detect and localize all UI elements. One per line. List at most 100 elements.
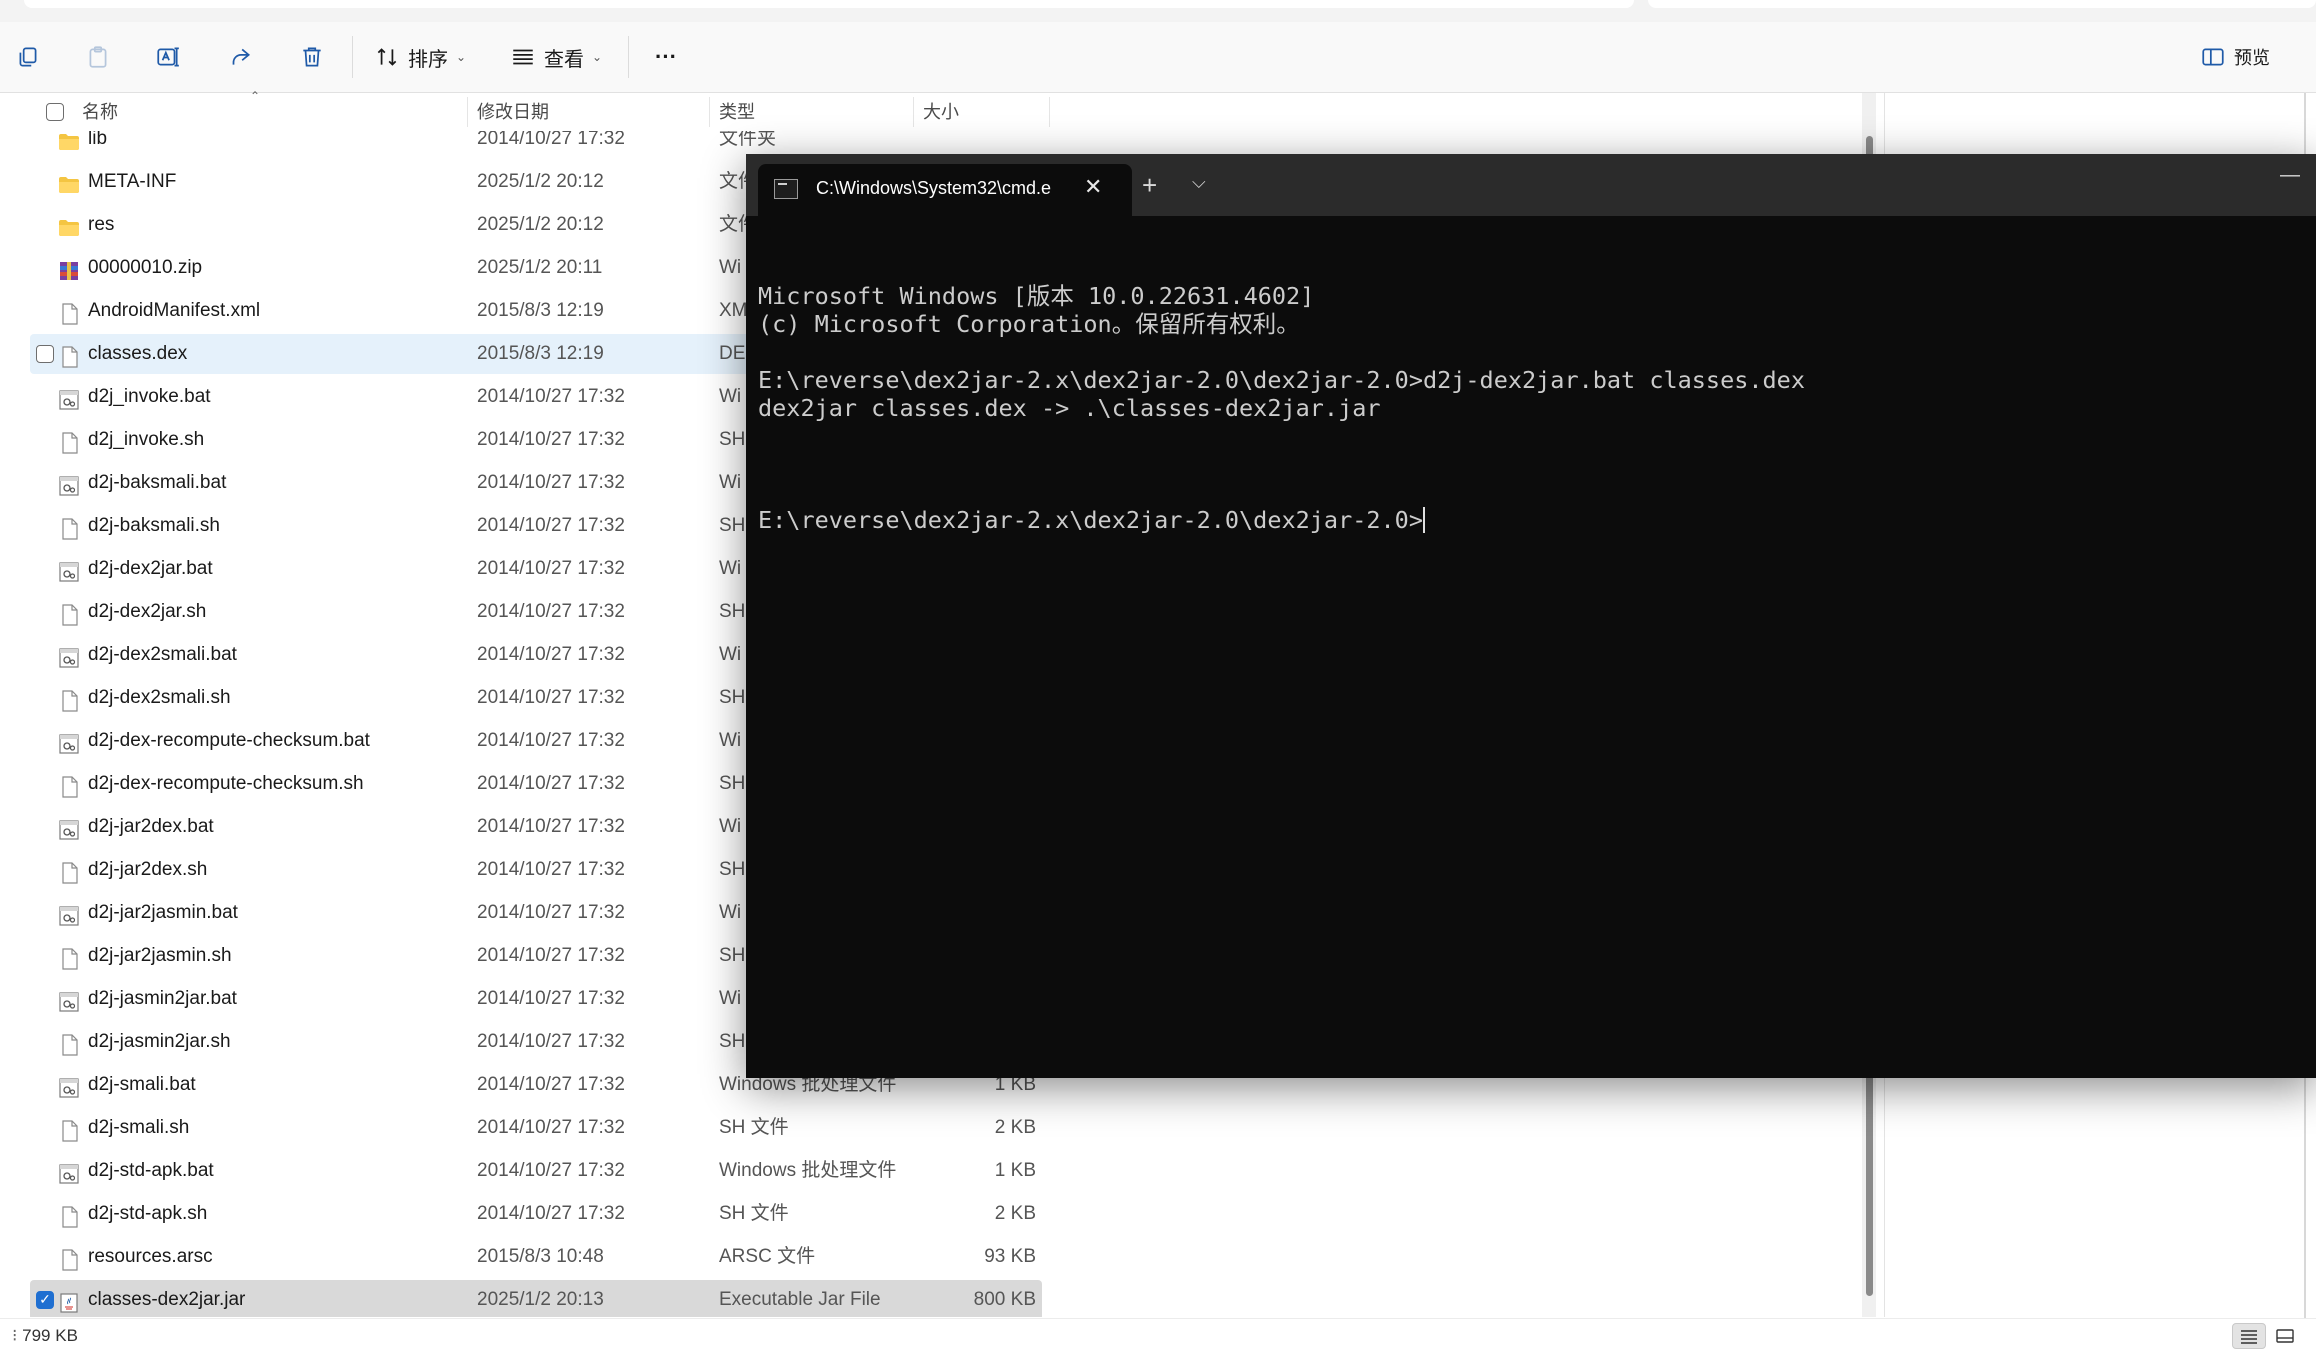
file-type: Wi (719, 816, 742, 837)
file-name: d2j-jar2jasmin.sh (88, 945, 232, 966)
view-button[interactable]: 查看 ⌄ (510, 39, 620, 75)
select-all-checkbox[interactable] (46, 103, 64, 121)
file-row[interactable]: ✓ classes-dex2jar.jar 2025/1/2 20:13 Execut… (30, 1280, 1042, 1317)
terminal-window[interactable]: C:\Windows\System32\cmd.e ✕ + ⌵ — Micros… (746, 154, 2316, 1078)
file-size: 800 KB (973, 1289, 1036, 1310)
rename-button[interactable] (150, 39, 186, 75)
file-type: SH (719, 945, 746, 966)
file-type: ARSC 文件 (719, 1246, 816, 1267)
file-name: d2j-baksmali.sh (88, 515, 220, 536)
file-name: d2j-jar2dex.sh (88, 859, 208, 880)
file-name: d2j-dex2jar.sh (88, 601, 207, 622)
minimize-icon[interactable]: — (2280, 164, 2300, 187)
preview-label: 预览 (2234, 48, 2270, 68)
address-bar[interactable] (24, 0, 1634, 8)
column-divider[interactable] (1049, 97, 1050, 127)
file-date: 2014/10/27 17:32 (477, 859, 625, 880)
file-name: d2j-smali.bat (88, 1074, 196, 1095)
search-box[interactable] (1648, 0, 2316, 8)
file-name: d2j-smali.sh (88, 1117, 190, 1138)
tiles-view-button[interactable] (2268, 1323, 2302, 1349)
file-name: d2j-dex2smali.sh (88, 687, 231, 708)
terminal-line: Microsoft Windows [版本 10.0.22631.4602] (758, 282, 1315, 310)
row-checkbox[interactable]: ✓ (36, 1291, 54, 1309)
text-cursor (1422, 507, 1425, 533)
file-name: 00000010.zip (88, 257, 203, 278)
file-type: SH (719, 773, 746, 794)
rename-icon (157, 47, 179, 67)
file-date: 2014/10/27 17:32 (477, 429, 625, 450)
terminal-titlebar[interactable]: C:\Windows\System32\cmd.e ✕ + ⌵ — (746, 154, 2316, 216)
file-row[interactable]: d2j-std-apk.bat 2014/10/27 17:32 Windows 批… (30, 1151, 1042, 1191)
batch-file-icon (58, 902, 80, 926)
file-name: d2j-jar2dex.bat (88, 816, 214, 837)
file-date: 2025/1/2 20:11 (477, 257, 603, 278)
paste-button[interactable] (80, 39, 116, 75)
close-tab-icon[interactable]: ✕ (1084, 174, 1102, 200)
file-row[interactable]: d2j-std-apk.sh 2014/10/27 17:32 SH 文件 2 KB (30, 1194, 1042, 1234)
sort-button[interactable]: 排序 ⌄ (374, 39, 484, 75)
file-date: 2014/10/27 17:32 (477, 1031, 625, 1052)
terminal-output[interactable]: Microsoft Windows [版本 10.0.22631.4602] (c… (758, 226, 2298, 590)
file-name: d2j-dex2smali.bat (88, 644, 237, 665)
file-date: 2014/10/27 17:32 (477, 902, 625, 923)
batch-file-icon (58, 1074, 80, 1098)
status-info: ⁝ 799 KB (12, 1326, 78, 1346)
share-button[interactable] (222, 39, 258, 75)
copy-button[interactable] (10, 39, 46, 75)
file-type: SH (719, 601, 746, 622)
file-date: 2014/10/27 17:32 (477, 816, 625, 837)
terminal-line: dex2jar classes.dex -> .\classes-dex2jar… (758, 394, 1381, 422)
file-date: 2014/10/27 17:32 (477, 515, 625, 536)
batch-file-icon (58, 644, 80, 668)
more-icon: ··· (655, 44, 677, 69)
file-row[interactable]: resources.arsc 2015/8/3 10:48 ARSC 文件 93 KB (30, 1237, 1042, 1277)
file-name: d2j-jasmin2jar.sh (88, 1031, 231, 1052)
column-name[interactable]: 名称 (72, 93, 468, 131)
chevron-down-icon[interactable]: ⌵ (1192, 172, 1206, 193)
file-row[interactable]: d2j-smali.sh 2014/10/27 17:32 SH 文件 2 KB (30, 1108, 1042, 1148)
file-date: 2014/10/27 17:32 (477, 558, 625, 579)
new-tab-icon[interactable]: + (1142, 170, 1157, 201)
file-type: SH 文件 (719, 1117, 789, 1138)
row-checkbox[interactable] (36, 345, 54, 363)
file-type: Wi (719, 730, 742, 751)
address-bar-strip (0, 0, 2316, 23)
file-icon (58, 601, 80, 626)
share-icon (232, 48, 251, 65)
terminal-tab[interactable]: C:\Windows\System32\cmd.e ✕ (758, 164, 1132, 216)
folder-icon (58, 214, 80, 236)
file-name: AndroidManifest.xml (88, 300, 261, 321)
status-icon: ⁝ (12, 1326, 23, 1345)
delete-button[interactable] (294, 39, 330, 75)
sort-icon (377, 48, 397, 66)
file-date: 2025/1/2 20:13 (477, 1289, 604, 1310)
command-bar: 排序 ⌄ 查看 ⌄ ··· 预览 (0, 22, 2316, 93)
column-size[interactable]: 大小 (913, 93, 1049, 131)
terminal-prompt-line: E:\reverse\dex2jar-2.x\dex2jar-2.0\dex2j… (758, 506, 2298, 534)
preview-pane-button[interactable]: 预览 (2200, 39, 2286, 75)
file-date: 2014/10/27 17:32 (477, 773, 625, 794)
file-name: d2j-std-apk.bat (88, 1160, 214, 1181)
file-name: resources.arsc (88, 1246, 213, 1267)
file-date: 2014/10/27 17:32 (477, 1160, 625, 1181)
file-name: d2j-jar2jasmin.bat (88, 902, 238, 923)
file-type: SH (719, 859, 746, 880)
column-type[interactable]: 类型 (709, 93, 913, 131)
details-view-button[interactable] (2232, 1323, 2266, 1349)
paste-icon (89, 46, 107, 68)
tiles-view-icon (2276, 1329, 2294, 1343)
more-options-button[interactable]: ··· (648, 39, 684, 75)
batch-file-icon (58, 816, 80, 840)
file-icon (58, 1203, 80, 1228)
batch-file-icon (58, 472, 80, 496)
copy-icon (19, 47, 37, 67)
file-date: 2014/10/27 17:32 (477, 472, 625, 493)
jar-file-icon (58, 1289, 80, 1313)
column-date[interactable]: 修改日期 (467, 93, 709, 131)
file-name: d2j-std-apk.sh (88, 1203, 208, 1224)
file-date: 2014/10/27 17:32 (477, 1117, 625, 1138)
file-type: Executable Jar File (719, 1289, 881, 1310)
file-date: 2014/10/27 17:32 (477, 644, 625, 665)
chevron-down-icon: ⌄ (592, 50, 603, 64)
